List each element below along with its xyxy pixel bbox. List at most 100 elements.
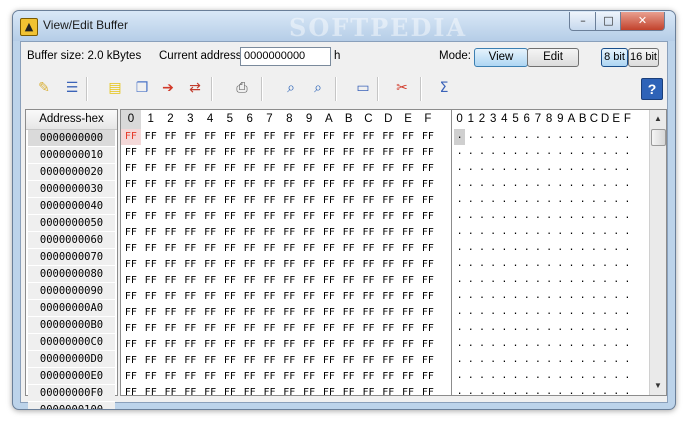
hex-byte-cell[interactable]: FF	[121, 257, 141, 273]
hex-byte-cell[interactable]: FF	[161, 209, 181, 225]
hex-byte-cell[interactable]: FF	[260, 129, 280, 145]
ascii-char-cell[interactable]: .	[499, 369, 510, 385]
ascii-char-cell[interactable]: .	[465, 337, 476, 353]
hex-byte-cell[interactable]: FF	[359, 177, 379, 193]
hex-byte-cell[interactable]: FF	[398, 193, 418, 209]
hex-byte-cell[interactable]: FF	[141, 385, 161, 395]
ascii-char-cell[interactable]: .	[465, 385, 476, 395]
sigma-icon[interactable]: Σ	[433, 77, 455, 99]
ascii-char-cell[interactable]: .	[499, 305, 510, 321]
hex-byte-cell[interactable]: FF	[200, 225, 220, 241]
ascii-char-cell[interactable]: .	[454, 241, 465, 257]
hex-byte-cell[interactable]: FF	[279, 145, 299, 161]
hex-byte-cell[interactable]: FF	[339, 129, 359, 145]
ascii-char-cell[interactable]: .	[476, 241, 487, 257]
ascii-char-cell[interactable]: .	[599, 209, 610, 225]
hex-byte-cell[interactable]: FF	[418, 209, 438, 225]
hex-byte-cell[interactable]: FF	[121, 241, 141, 257]
hex-byte-cell[interactable]: FF	[180, 353, 200, 369]
hex-byte-cell[interactable]: FF	[319, 161, 339, 177]
hex-byte-cell[interactable]: FF	[378, 161, 398, 177]
ascii-char-cell[interactable]: .	[499, 193, 510, 209]
ascii-char-cell[interactable]: .	[566, 241, 577, 257]
ascii-char-cell[interactable]: .	[622, 177, 633, 193]
hex-byte-cell[interactable]: FF	[398, 385, 418, 395]
hex-byte-cell[interactable]: FF	[299, 305, 319, 321]
hex-byte-cell[interactable]: FF	[240, 241, 260, 257]
ascii-char-cell[interactable]: .	[510, 289, 521, 305]
ascii-char-cell[interactable]: .	[465, 177, 476, 193]
hex-byte-cell[interactable]: FF	[398, 289, 418, 305]
ascii-char-cell[interactable]: .	[622, 129, 633, 145]
hex-byte-cell[interactable]: FF	[279, 353, 299, 369]
hex-byte-cell[interactable]: FF	[260, 385, 280, 395]
hex-byte-cell[interactable]: FF	[398, 177, 418, 193]
hex-byte-cell[interactable]: FF	[200, 177, 220, 193]
ascii-char-cell[interactable]: .	[588, 385, 599, 395]
hex-byte-cell[interactable]: FF	[378, 337, 398, 353]
ascii-char-cell[interactable]: .	[499, 257, 510, 273]
ascii-char-cell[interactable]: .	[599, 177, 610, 193]
ascii-char-cell[interactable]: .	[465, 193, 476, 209]
ascii-char-cell[interactable]: .	[499, 225, 510, 241]
hex-byte-cell[interactable]: FF	[200, 337, 220, 353]
ascii-char-cell[interactable]: .	[599, 241, 610, 257]
ascii-char-cell[interactable]: .	[454, 129, 466, 145]
hex-byte-cell[interactable]: FF	[418, 353, 438, 369]
hex-byte-cell[interactable]: FF	[180, 145, 200, 161]
hex-byte-cell[interactable]: FF	[141, 209, 161, 225]
hex-byte-cell[interactable]: FF	[121, 337, 141, 353]
ascii-char-cell[interactable]: .	[577, 321, 588, 337]
ascii-char-cell[interactable]: .	[577, 337, 588, 353]
ascii-char-cell[interactable]: .	[555, 353, 566, 369]
hex-byte-cell[interactable]: FF	[220, 257, 240, 273]
ascii-char-cell[interactable]: .	[544, 369, 555, 385]
hex-byte-cell[interactable]: FF	[180, 369, 200, 385]
hex-byte-cell[interactable]: FF	[240, 161, 260, 177]
ascii-char-cell[interactable]: .	[544, 273, 555, 289]
ascii-char-cell[interactable]: .	[499, 129, 510, 145]
hex-byte-cell[interactable]: FF	[141, 369, 161, 385]
ascii-char-cell[interactable]: .	[510, 305, 521, 321]
hex-byte-cell[interactable]: FF	[279, 209, 299, 225]
ascii-char-cell[interactable]: .	[532, 385, 543, 395]
ascii-char-cell[interactable]: .	[588, 129, 599, 145]
ascii-char-cell[interactable]: .	[611, 241, 622, 257]
hex-byte-cell[interactable]: FF	[180, 193, 200, 209]
hex-byte-cell[interactable]: FF	[121, 289, 141, 305]
hex-byte-cell[interactable]: FF	[220, 385, 240, 395]
hex-byte-cell[interactable]: FF	[161, 177, 181, 193]
hex-byte-cell[interactable]: FF	[378, 385, 398, 395]
hex-byte-cell[interactable]: FF	[260, 337, 280, 353]
hex-byte-cell[interactable]: FF	[339, 321, 359, 337]
hex-byte-cell[interactable]: FF	[398, 129, 418, 145]
ascii-char-cell[interactable]: .	[521, 161, 532, 177]
ascii-char-cell[interactable]: .	[555, 305, 566, 321]
ascii-char-cell[interactable]: .	[588, 353, 599, 369]
ascii-char-cell[interactable]: .	[510, 161, 521, 177]
hex-byte-cell[interactable]: FF	[378, 177, 398, 193]
hex-byte-cell[interactable]: FF	[161, 129, 181, 145]
ascii-char-cell[interactable]: .	[510, 337, 521, 353]
hex-byte-cell[interactable]: FF	[319, 321, 339, 337]
ascii-char-cell[interactable]: .	[454, 321, 465, 337]
hex-byte-cell[interactable]: FF	[220, 289, 240, 305]
ascii-char-cell[interactable]: .	[555, 257, 566, 273]
hex-byte-cell[interactable]: FF	[141, 289, 161, 305]
hex-byte-cell[interactable]: FF	[359, 353, 379, 369]
ascii-char-cell[interactable]: .	[555, 129, 566, 145]
hex-byte-cell[interactable]: FF	[220, 321, 240, 337]
ascii-char-cell[interactable]: .	[454, 305, 465, 321]
hex-byte-cell[interactable]: FF	[161, 273, 181, 289]
hex-byte-cell[interactable]: FF	[339, 209, 359, 225]
ascii-char-cell[interactable]: .	[577, 225, 588, 241]
hex-byte-cell[interactable]: FF	[260, 209, 280, 225]
hex-byte-cell[interactable]: FF	[418, 257, 438, 273]
hex-byte-cell[interactable]: FF	[180, 321, 200, 337]
hex-byte-cell[interactable]: FF	[121, 209, 141, 225]
ascii-char-cell[interactable]: .	[510, 273, 521, 289]
ascii-char-cell[interactable]: .	[622, 321, 633, 337]
hex-byte-cell[interactable]: FF	[200, 145, 220, 161]
hex-byte-cell[interactable]: FF	[378, 305, 398, 321]
hex-byte-cell[interactable]: FF	[260, 225, 280, 241]
